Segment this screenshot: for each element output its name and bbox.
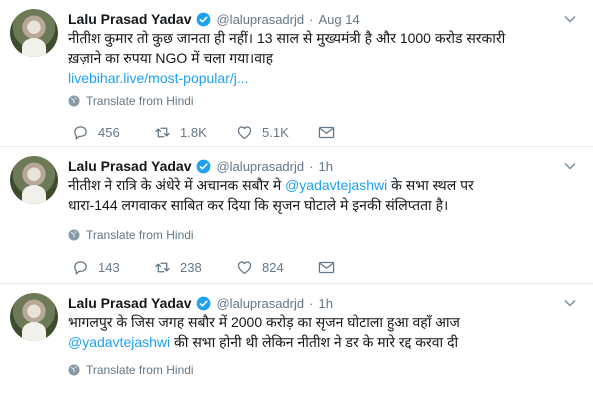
- chevron-down-icon[interactable]: [563, 159, 577, 173]
- retweet-button[interactable]: 238: [154, 259, 236, 276]
- tweet-text-segment: की सभा होनी थी लेकिन नीतीश ने डर के मारे…: [170, 334, 459, 350]
- separator: ·: [309, 295, 314, 311]
- retweet-icon: [155, 262, 170, 272]
- direct-message-icon: [318, 126, 335, 138]
- like-icon: [237, 260, 252, 274]
- tweet[interactable]: Lalu Prasad Yadav @laluprasadrjd · 1h भा…: [0, 284, 593, 405]
- retweet-icon: [155, 127, 170, 137]
- tweet-timestamp[interactable]: 1h: [318, 296, 332, 311]
- separator: ·: [309, 11, 314, 27]
- direct-message-button[interactable]: [318, 259, 400, 276]
- tweet-timestamp[interactable]: 1h: [318, 159, 332, 174]
- chevron-down-icon[interactable]: [563, 296, 577, 310]
- tweet-text-segment: नीतीश ने रात्रि के अंधेरे में अचानक सबौर…: [68, 177, 286, 193]
- tweet-text-segment: के सभा स्थल पर: [387, 177, 474, 193]
- tweet-link[interactable]: livebihar.live/most-popular/j...: [68, 68, 583, 88]
- avatar[interactable]: [10, 9, 58, 57]
- author-handle[interactable]: @laluprasadrjd: [216, 159, 304, 174]
- translate-link[interactable]: Translate from Hindi: [68, 93, 194, 109]
- tweet-header: Lalu Prasad Yadav @laluprasadrjd · 1h: [68, 294, 333, 312]
- avatar[interactable]: [10, 156, 58, 204]
- tweet-text-line: नीतीश कुमार तो कुछ जानता ही नहीं। 13 साल…: [68, 30, 506, 46]
- globe-icon: [68, 95, 80, 107]
- avatar[interactable]: [10, 293, 58, 341]
- tweet[interactable]: Lalu Prasad Yadav @laluprasadrjd · 1h नी…: [0, 147, 593, 284]
- tweet-text-line: @yadavtejashwi की सभा होनी थी लेकिन नीती…: [68, 332, 583, 352]
- verified-badge-icon: [197, 296, 211, 310]
- reply-icon: [74, 260, 87, 275]
- author-handle[interactable]: @laluprasadrjd: [216, 296, 304, 311]
- reply-button[interactable]: 143: [72, 259, 154, 276]
- direct-message-button[interactable]: [318, 124, 400, 141]
- reply-icon: [74, 125, 87, 140]
- tweet-timestamp[interactable]: Aug 14: [318, 12, 359, 27]
- author-handle[interactable]: @laluprasadrjd: [216, 12, 304, 27]
- like-icon: [237, 125, 252, 139]
- verified-badge-icon: [197, 159, 211, 173]
- like-count: 824: [262, 259, 284, 275]
- reply-count: 143: [98, 259, 120, 275]
- retweet-count: 1.8K: [180, 124, 207, 140]
- translate-label: Translate from Hindi: [86, 94, 194, 108]
- translate-link[interactable]: Translate from Hindi: [68, 227, 194, 243]
- globe-icon: [68, 364, 80, 376]
- tweet-text: भागलपुर के जिस जगह सबौर में 2000 करोड़ क…: [68, 312, 583, 352]
- tweet-header: Lalu Prasad Yadav @laluprasadrjd · Aug 1…: [68, 10, 360, 28]
- author-name[interactable]: Lalu Prasad Yadav: [68, 295, 191, 311]
- reply-count: 456: [98, 124, 120, 140]
- retweet-count: 238: [180, 259, 202, 275]
- tweet-actions: 456 1.8K 5.1K: [72, 122, 400, 142]
- translate-label: Translate from Hindi: [86, 363, 194, 377]
- tweet-text-line: ख़ज़ाने का रुपया NGO में चला गया।वाह: [68, 50, 274, 66]
- author-name[interactable]: Lalu Prasad Yadav: [68, 158, 191, 174]
- tweet-text-line: भागलपुर के जिस जगह सबौर में 2000 करोड़ क…: [68, 314, 460, 330]
- like-button[interactable]: 824: [236, 259, 318, 276]
- direct-message-icon: [318, 261, 335, 273]
- like-button[interactable]: 5.1K: [236, 124, 318, 141]
- translate-link[interactable]: Translate from Hindi: [68, 362, 194, 378]
- mention-link[interactable]: @yadavtejashwi: [285, 177, 387, 193]
- mention-link[interactable]: @yadavtejashwi: [68, 334, 170, 350]
- tweet[interactable]: Lalu Prasad Yadav @laluprasadrjd · Aug 1…: [0, 0, 593, 147]
- tweet-text: नीतीश कुमार तो कुछ जानता ही नहीं। 13 साल…: [68, 28, 583, 88]
- tweet-text: नीतीश ने रात्रि के अंधेरे में अचानक सबौर…: [68, 175, 583, 215]
- reply-button[interactable]: 456: [72, 124, 154, 141]
- tweet-header: Lalu Prasad Yadav @laluprasadrjd · 1h: [68, 157, 333, 175]
- separator: ·: [309, 158, 314, 174]
- tweet-feed: Lalu Prasad Yadav @laluprasadrjd · Aug 1…: [0, 0, 593, 405]
- verified-badge-icon: [197, 12, 211, 26]
- globe-icon: [68, 229, 80, 241]
- tweet-actions: 143 238 824: [72, 257, 400, 277]
- like-count: 5.1K: [262, 124, 289, 140]
- tweet-text-line: नीतीश ने रात्रि के अंधेरे में अचानक सबौर…: [68, 175, 583, 195]
- tweet-text-line: धारा-144 लगवाकर साबित कर दिया कि सृजन घो…: [68, 197, 449, 213]
- retweet-button[interactable]: 1.8K: [154, 124, 236, 141]
- author-name[interactable]: Lalu Prasad Yadav: [68, 11, 191, 27]
- translate-label: Translate from Hindi: [86, 228, 194, 242]
- chevron-down-icon[interactable]: [563, 12, 577, 26]
